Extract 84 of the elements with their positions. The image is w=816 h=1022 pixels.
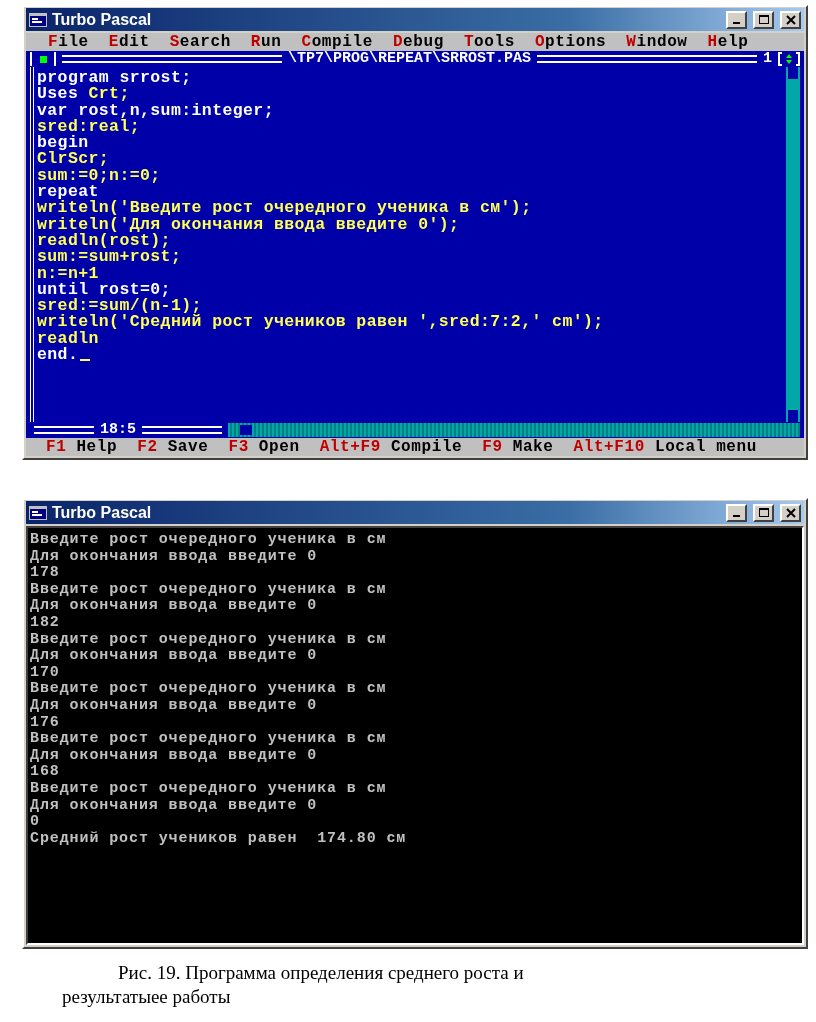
output-line: Введите рост очередного ученика в см — [30, 532, 388, 549]
menu-item[interactable]: Help — [707, 33, 749, 51]
output-line: Введите рост очередного ученика в см — [30, 731, 388, 748]
shortcut-label[interactable]: Open — [258, 438, 300, 456]
app-icon — [29, 505, 47, 520]
shortcut-key[interactable]: Alt+F10 — [573, 438, 645, 456]
menu-item[interactable]: File — [48, 33, 89, 51]
close-button[interactable] — [780, 503, 801, 522]
output-line: Для окончания ввода введите 0 — [30, 648, 319, 665]
output-line: 170 — [30, 664, 61, 682]
code-line: ClrScr; — [37, 151, 111, 168]
code-line: writeln('Для окончания ввода введите 0'); — [37, 216, 461, 233]
horizontal-scrollbar[interactable] — [228, 423, 800, 437]
window-number: 1 — [763, 51, 772, 67]
output-line: Введите рост очередного ученика в см — [30, 681, 388, 698]
menu-item[interactable]: Search — [169, 33, 231, 51]
menu-item[interactable]: Options — [534, 33, 607, 51]
code-line: writeln('Введите рост очередного ученика в см'); — [37, 200, 533, 217]
close-icon — [785, 14, 796, 25]
close-box[interactable] — [30, 52, 56, 66]
output-line: Средний рост учеников равен 174.80 см — [30, 830, 408, 848]
shortcut-key[interactable]: F3 — [228, 438, 249, 456]
shortcut-label[interactable]: Help — [76, 438, 118, 456]
code-line: sred:=sum/(n-1); — [37, 298, 203, 315]
vertical-scrollbar[interactable] — [786, 67, 800, 422]
code-line: writeln('Средний рост учеников равен ',sred:7:2,' cm'); — [37, 314, 605, 331]
output-line: Для окончания ввода введите 0 — [30, 697, 319, 715]
minimize-icon — [733, 514, 740, 517]
output-line: Для окончания ввода введите 0 — [30, 548, 319, 566]
cursor-position: 18:5 — [100, 422, 136, 438]
code-line: var rost,n,sum:integer; — [37, 102, 275, 119]
shortcut-key[interactable]: Alt+F9 — [319, 438, 381, 456]
menu-item[interactable]: Compile — [301, 33, 373, 51]
output-line: Для окончания ввода введите 0 — [30, 747, 319, 765]
menu-item[interactable]: Debug — [392, 33, 444, 51]
output-line: 168 — [30, 764, 61, 781]
app-icon — [29, 12, 47, 27]
shortcut-label[interactable]: Local menu — [654, 438, 757, 456]
minimize-button[interactable] — [726, 10, 747, 29]
code-line: program srrost; — [37, 70, 193, 87]
output-line: Введите рост очередного ученика в см — [30, 780, 388, 798]
menu-item[interactable]: Tools — [463, 33, 515, 51]
menu-item[interactable]: Edit — [108, 33, 150, 51]
shortcut-label[interactable]: Make — [512, 438, 554, 456]
code-line: Uses Crt; — [37, 86, 130, 103]
code-line: repeat — [37, 184, 99, 201]
shortcut-key[interactable]: F1 — [46, 438, 67, 456]
maximize-button[interactable] — [753, 10, 774, 29]
output-line: Введите рост очередного ученика в см — [30, 581, 388, 599]
output-line: 0 — [30, 814, 41, 831]
maximize-icon — [758, 14, 769, 25]
maximize-button[interactable] — [753, 503, 774, 522]
window-title: Turbo Pascal — [52, 10, 153, 29]
code-line: readln(rost); — [37, 232, 172, 250]
output-line: Введите рост очередного ученика в см — [30, 631, 388, 649]
close-icon — [785, 507, 796, 518]
code-line: until rost=0; — [37, 281, 171, 299]
shortcut-key[interactable]: F2 — [137, 438, 158, 456]
zoom-icon[interactable] — [778, 52, 800, 66]
minimize-button[interactable] — [726, 503, 747, 522]
maximize-icon — [758, 507, 769, 518]
frame-border — [34, 426, 94, 434]
window-title: Turbo Pascal — [52, 503, 153, 522]
shortcut-key[interactable]: F9 — [482, 438, 503, 456]
output-line: Для окончания ввода введите 0 — [30, 797, 319, 815]
menu-item[interactable]: Run — [250, 33, 282, 51]
code-line: end. — [37, 347, 786, 364]
close-button[interactable] — [780, 10, 801, 29]
output-line: Для окончания ввода введите 0 — [30, 598, 319, 615]
output-line: 182 — [30, 614, 61, 632]
code-line: sred:real; — [37, 118, 141, 136]
code-line: readln — [37, 330, 99, 348]
menu-item[interactable]: Window — [626, 33, 688, 51]
output-line: 176 — [30, 714, 61, 732]
file-path: \TP7\PROG\REPEAT\SRROST.PAS — [287, 51, 531, 67]
code-line: sum:=sum+rost; — [37, 249, 183, 266]
output-line: 178 — [30, 565, 61, 582]
minimize-icon — [733, 21, 740, 24]
figure-caption: Рис. 19. Программа определения среднего роста и результатыее работы — [62, 961, 525, 1009]
code-line: n:=n+1 — [37, 265, 99, 282]
shortcut-label[interactable]: Compile — [390, 438, 463, 456]
shortcut-label[interactable]: Save — [167, 438, 209, 456]
code-line: sum:=0;n:=0; — [37, 167, 162, 185]
code-line: begin — [37, 135, 89, 152]
